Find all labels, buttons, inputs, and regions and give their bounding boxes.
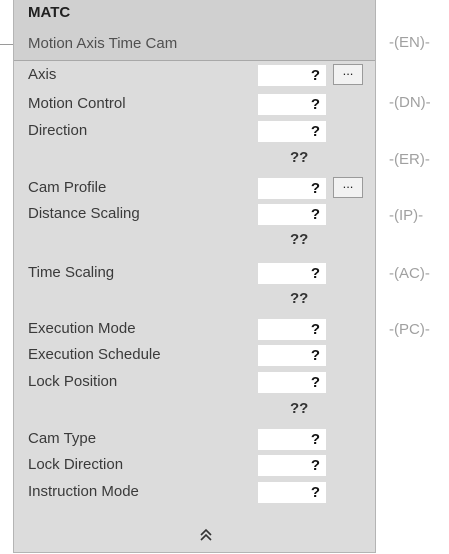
- cam-profile-browse-button[interactable]: ...: [333, 177, 363, 198]
- operand-label-axis: Axis: [28, 66, 57, 83]
- operand-label-distance-scaling: Distance Scaling: [28, 205, 140, 222]
- output-coil-en[interactable]: -(EN)-: [376, 34, 449, 54]
- output-coil-er[interactable]: -(ER)-: [376, 151, 449, 171]
- output-coil-dn[interactable]: -(DN)-: [376, 94, 449, 114]
- operand-value-time-scaling[interactable]: ?: [258, 263, 326, 284]
- operand-extra-time-scaling: ??: [290, 290, 309, 307]
- operand-label-instruction-mode: Instruction Mode: [28, 483, 139, 500]
- coil-label-pc: -(PC)-: [389, 321, 430, 338]
- operand-extra-direction: ??: [290, 149, 309, 166]
- operand-value-text: ?: [310, 206, 320, 223]
- operand-label-cam-profile: Cam Profile: [28, 179, 107, 196]
- operand-label-cam-type: Cam Type: [28, 430, 97, 447]
- instruction-title: Motion Axis Time Cam: [28, 35, 178, 52]
- operand-value-cam-profile[interactable]: ?: [258, 178, 326, 199]
- header-divider: [14, 60, 375, 61]
- operand-value-distance-scaling[interactable]: ?: [258, 204, 326, 225]
- operand-value-lock-position[interactable]: ?: [258, 372, 326, 393]
- coil-label-ip: -(IP)-: [389, 207, 424, 224]
- coil-label-en: -(EN)-: [389, 34, 430, 51]
- instruction-header: MATC Motion Axis Time Cam: [14, 0, 375, 60]
- axis-browse-button[interactable]: ...: [333, 64, 363, 85]
- operand-value-instruction-mode[interactable]: ?: [258, 482, 326, 503]
- operand-value-cam-type[interactable]: ?: [258, 429, 326, 450]
- operand-label-time-scaling: Time Scaling: [28, 264, 115, 281]
- operand-value-text: ?: [310, 96, 320, 113]
- operand-value-execution-mode[interactable]: ?: [258, 319, 326, 340]
- coil-label-er: -(ER)-: [389, 151, 430, 168]
- double-chevron-up-icon[interactable]: [199, 528, 213, 547]
- operand-value-text: ?: [310, 180, 320, 197]
- operand-value-lock-direction[interactable]: ?: [258, 455, 326, 476]
- operand-label-motion-control: Motion Control: [28, 95, 126, 112]
- operand-label-lock-direction: Lock Direction: [28, 456, 124, 473]
- operand-value-text: ?: [310, 123, 320, 140]
- operand-value-text: ?: [310, 431, 320, 448]
- operand-value-text: ?: [310, 457, 320, 474]
- operand-value-text: ?: [310, 265, 320, 282]
- operand-value-execution-schedule[interactable]: ?: [258, 345, 326, 366]
- operand-label-lock-position: Lock Position: [28, 373, 118, 390]
- operand-value-direction[interactable]: ?: [258, 121, 326, 142]
- operand-value-motion-control[interactable]: ?: [258, 94, 326, 115]
- output-coil-ip[interactable]: -(IP)-: [376, 207, 449, 227]
- operand-value-text: ?: [310, 67, 320, 84]
- operand-value-text: ?: [310, 374, 320, 391]
- rung-input-wire: [0, 44, 13, 45]
- operand-label-execution-schedule: Execution Schedule: [28, 346, 161, 363]
- coil-label-ac: -(AC)-: [389, 265, 430, 282]
- operand-label-direction: Direction: [28, 122, 88, 139]
- operand-value-text: ?: [310, 321, 320, 338]
- instruction-mnemonic: MATC: [28, 4, 71, 21]
- output-coil-pc[interactable]: -(PC)-: [376, 321, 449, 341]
- matc-instruction-block[interactable]: MATC Motion Axis Time Cam Axis ? ... Mot…: [13, 0, 376, 553]
- operand-value-text: ?: [310, 484, 320, 501]
- operand-label-execution-mode: Execution Mode: [28, 320, 136, 337]
- operand-extra-lock-position: ??: [290, 400, 309, 417]
- output-coil-ac[interactable]: -(AC)-: [376, 265, 449, 285]
- operand-value-text: ?: [310, 347, 320, 364]
- coil-label-dn: -(DN)-: [389, 94, 431, 111]
- operand-value-axis[interactable]: ?: [258, 65, 326, 86]
- operand-extra-distance-scaling: ??: [290, 231, 309, 248]
